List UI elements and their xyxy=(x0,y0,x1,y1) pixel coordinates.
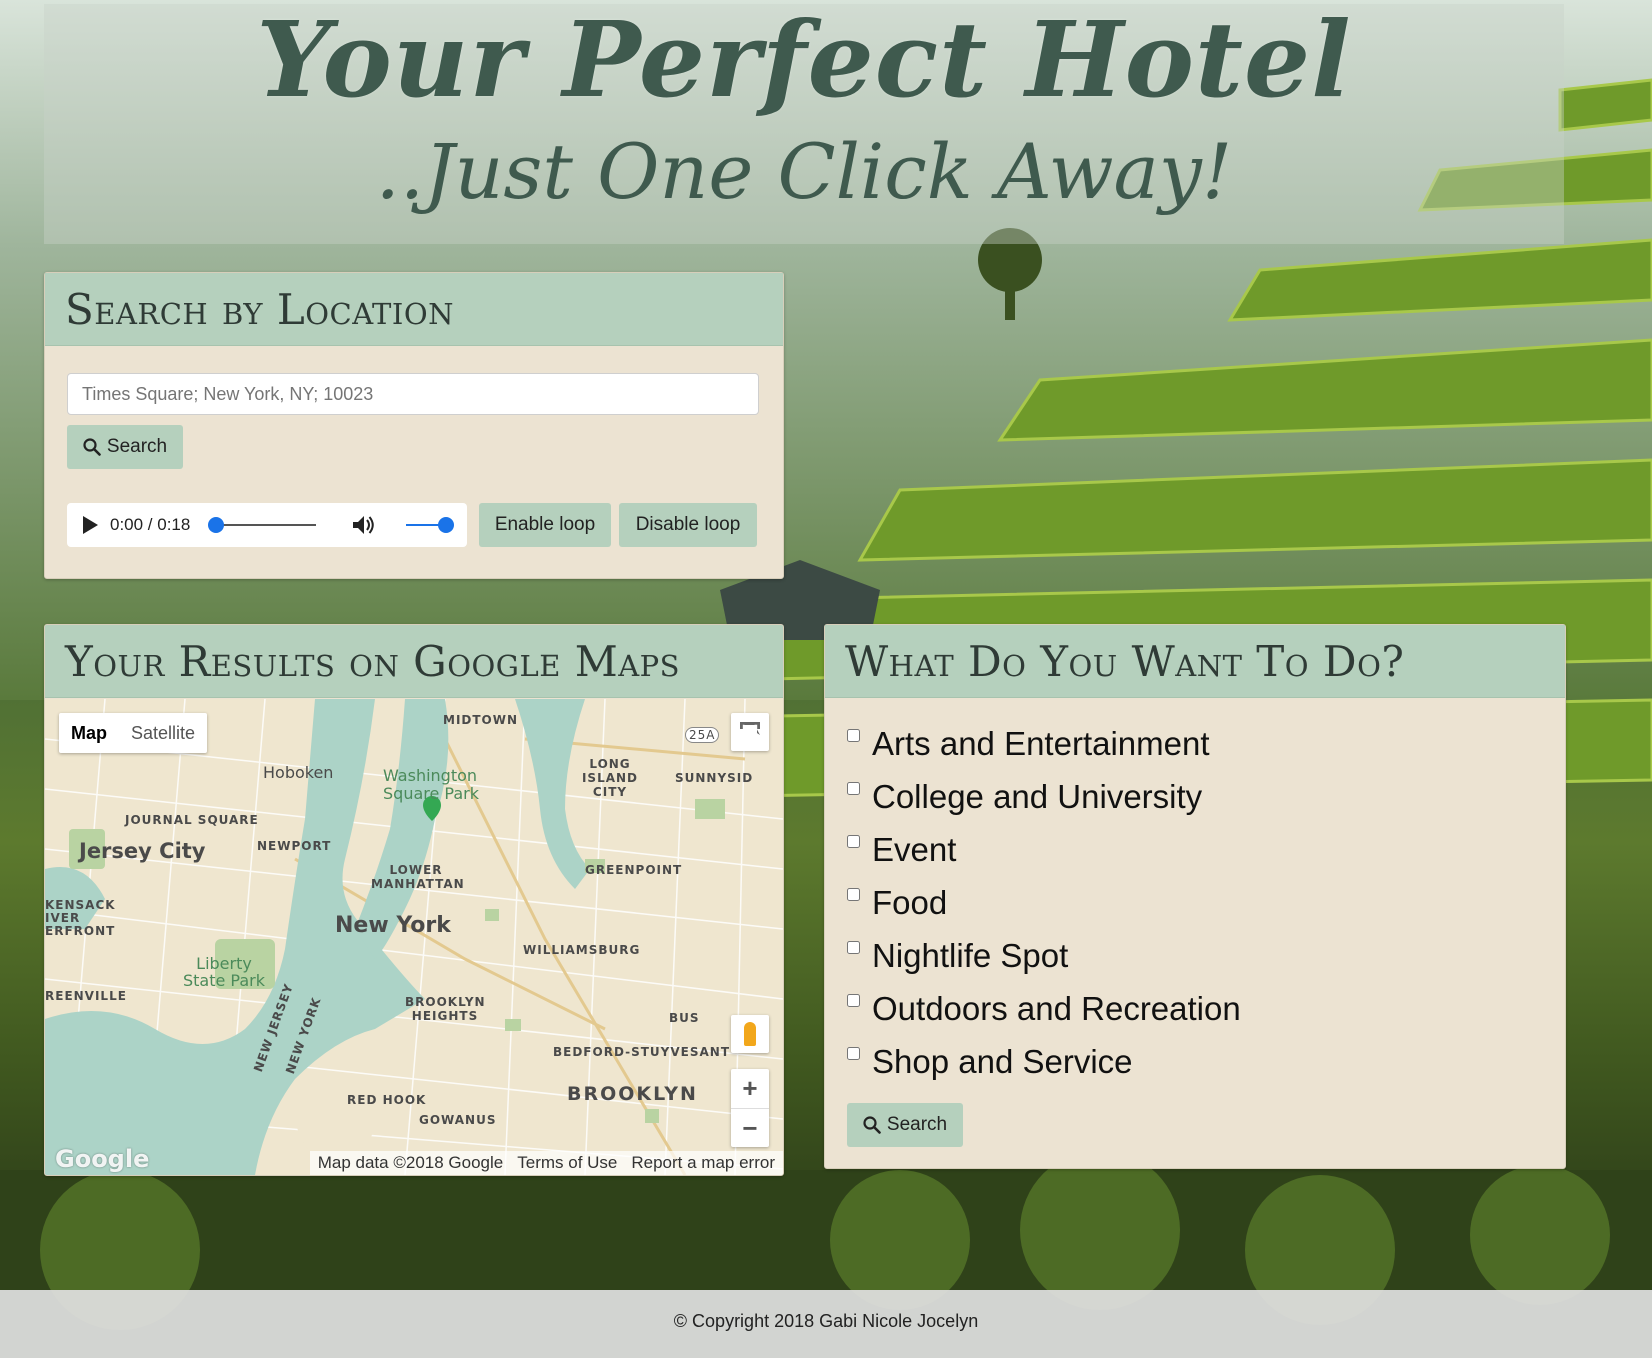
activity-label: Nightlife Spot xyxy=(872,936,1069,974)
map-card-header: Your Results on Google Maps xyxy=(45,625,783,698)
seek-handle[interactable] xyxy=(208,517,224,533)
map-label: GREENPOINT xyxy=(585,863,683,877)
footer: © Copyright 2018 Gabi Nicole Jocelyn xyxy=(0,1290,1652,1358)
report-map-error-link[interactable]: Report a map error xyxy=(631,1153,775,1173)
activity-option: Nightlife Spot xyxy=(847,929,1241,982)
activity-label: College and University xyxy=(872,777,1203,815)
map-type-satellite[interactable]: Satellite xyxy=(119,713,207,753)
site-title: Your Perfect Hotel xyxy=(256,0,1352,121)
map-label: BROOKLYN xyxy=(567,1083,698,1105)
map-label: GOWANUS xyxy=(419,1113,497,1127)
activity-checkbox[interactable] xyxy=(847,888,860,901)
activity-label: Food xyxy=(872,883,948,921)
activity-label: Outdoors and Recreation xyxy=(872,989,1241,1027)
fullscreen-icon[interactable] xyxy=(731,713,769,751)
activity-checkbox[interactable] xyxy=(847,994,860,1007)
copyright-text: © Copyright 2018 Gabi Nicole Jocelyn xyxy=(673,1311,979,1331)
activity-options: Arts and Entertainment College and Unive… xyxy=(847,717,1241,1088)
search-by-location-card: Search by Location Search 0:00 / 0:18 En… xyxy=(44,272,784,579)
zoom-in-button[interactable]: + xyxy=(731,1069,769,1109)
map-label: WILLIAMSBURG xyxy=(523,943,641,957)
activity-label: Shop and Service xyxy=(872,1042,1133,1080)
map-type-control: Map Satellite xyxy=(59,713,208,753)
volume-icon[interactable] xyxy=(350,513,378,537)
activity-checkbox[interactable] xyxy=(847,782,860,795)
map-label: BUS xyxy=(669,1011,700,1025)
map-label: MIDTOWN xyxy=(443,713,519,727)
location-search-button[interactable]: Search xyxy=(67,425,183,469)
activity-label: Arts and Entertainment xyxy=(872,724,1210,762)
map-type-map[interactable]: Map xyxy=(59,713,119,753)
route-shield: 25A xyxy=(685,727,720,743)
audio-time: 0:00 / 0:18 xyxy=(110,515,191,534)
map-label: BROOKLYN HEIGHTS xyxy=(405,995,486,1023)
audio-player: 0:00 / 0:18 xyxy=(67,503,467,547)
activity-option: Event xyxy=(847,823,1241,876)
map-label: Liberty State Park xyxy=(182,954,265,990)
map-canvas[interactable]: Map Satellite MIDTOWN Hoboken Washington… xyxy=(45,699,783,1175)
map-label: BEDFORD-STUYVESANT xyxy=(553,1045,731,1059)
pegman-icon[interactable] xyxy=(731,1015,769,1053)
activity-option: Outdoors and Recreation xyxy=(847,982,1241,1035)
google-logo: Google xyxy=(55,1145,150,1173)
map-label: NEWPORT xyxy=(257,839,332,853)
volume-slider[interactable] xyxy=(406,517,454,533)
search-card-title: Search by Location xyxy=(65,284,455,334)
zoom-out-button[interactable]: − xyxy=(731,1109,769,1148)
activity-checkbox[interactable] xyxy=(847,729,860,742)
activity-option: College and University xyxy=(847,770,1241,823)
activity-checkbox[interactable] xyxy=(847,835,860,848)
activity-option: Arts and Entertainment xyxy=(847,717,1241,770)
map-data-credit: Map data ©2018 Google xyxy=(317,1153,504,1172)
activity-label: Event xyxy=(872,830,957,868)
map-label: Hoboken xyxy=(263,763,334,782)
map-label: JOURNAL SQUARE xyxy=(125,813,259,827)
activity-checkbox[interactable] xyxy=(847,941,860,954)
todo-card-header: What Do You Want To Do? xyxy=(825,625,1565,698)
zoom-control: + − xyxy=(731,1069,769,1147)
map-attribution: Map data ©2018 Google Terms of Use Repor… xyxy=(309,1151,783,1175)
activity-option: Food xyxy=(847,876,1241,929)
activity-option: Shop and Service xyxy=(847,1035,1241,1088)
search-button-label: Search xyxy=(106,436,168,457)
map-label: LOWER MANHATTAN xyxy=(371,863,465,891)
hero-banner: Your Perfect Hotel ..Just One Click Away… xyxy=(44,4,1564,244)
location-search-input[interactable] xyxy=(67,373,759,415)
activity-search-button[interactable]: Search xyxy=(847,1103,963,1147)
activity-checkbox[interactable] xyxy=(847,1047,860,1060)
map-card-title: Your Results on Google Maps xyxy=(65,636,681,686)
site-tagline: ..Just One Click Away! xyxy=(375,127,1233,216)
map-label: KENSACK IVER ERFRONT xyxy=(45,898,116,938)
play-icon[interactable] xyxy=(83,516,98,534)
todo-card-title: What Do You Want To Do? xyxy=(845,636,1405,686)
map-label: Jersey City xyxy=(79,839,206,863)
audio-seek-slider[interactable] xyxy=(208,517,316,533)
map-label: SUNNYSID xyxy=(675,771,754,785)
disable-loop-button[interactable]: Disable loop xyxy=(619,503,757,547)
map-label: LONG ISLAND CITY xyxy=(581,757,639,799)
search-card-header: Search by Location xyxy=(45,273,783,346)
volume-handle[interactable] xyxy=(438,517,454,533)
search-icon xyxy=(83,438,101,456)
map-label: Washington Square Park xyxy=(383,766,479,803)
terms-of-use-link[interactable]: Terms of Use xyxy=(517,1153,617,1173)
enable-loop-button[interactable]: Enable loop xyxy=(479,503,611,547)
map-label: RED HOOK xyxy=(347,1093,427,1107)
map-label: REENVILLE xyxy=(45,989,127,1003)
search-icon xyxy=(863,1116,881,1134)
search-button-label: Search xyxy=(886,1114,948,1135)
map-label: New York xyxy=(335,913,451,938)
google-maps-card: Your Results on Google Maps Map Satellit… xyxy=(44,624,784,1176)
activity-filter-card: What Do You Want To Do? Arts and Enterta… xyxy=(824,624,1566,1169)
